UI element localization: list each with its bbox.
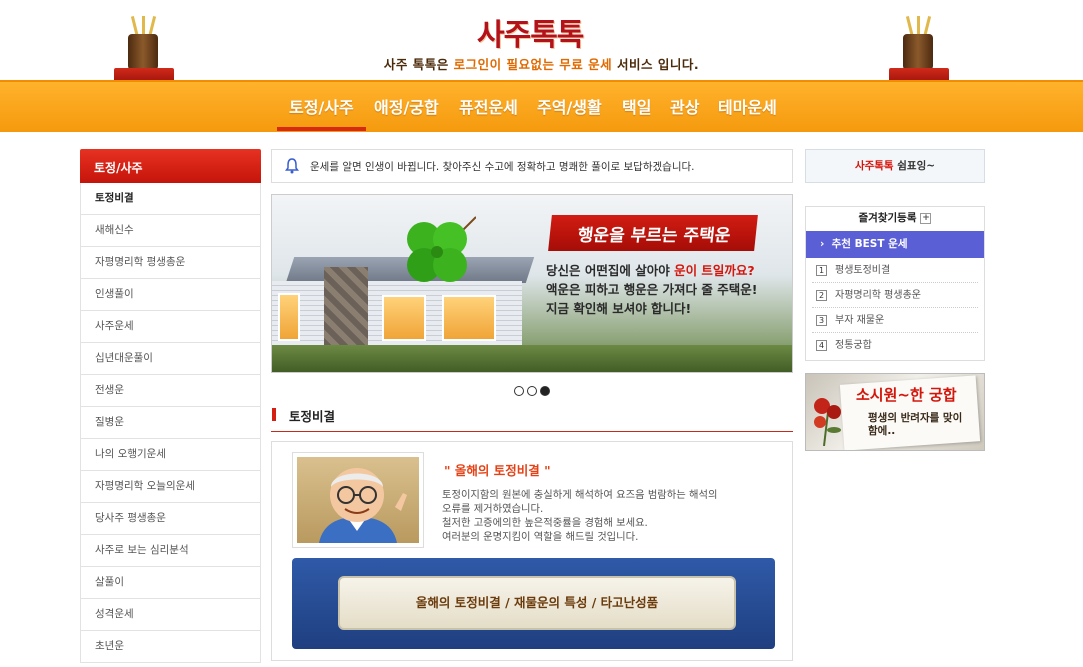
sidebar-item[interactable]: 전생운	[80, 375, 261, 407]
house-window	[382, 295, 426, 341]
four-leaf-clover-icon	[407, 216, 476, 282]
best-fortune-header: › 추천 BEST 운세	[806, 231, 984, 258]
welcome-text: 쉼표잉~	[893, 160, 936, 172]
notice-text: 운세를 알면 인생이 바뀝니다. 찾아주신 수고에 정확하고 명쾌한 풀이로 보…	[310, 161, 695, 173]
card-description: 토정이지함의 원본에 충실하게 해석하여 요즈음 범람하는 해석의 오류를 제거…	[442, 488, 782, 544]
sidebar-item[interactable]: 질병운	[80, 407, 261, 439]
banner-line-1-highlight: 운이 트일까요?	[674, 263, 755, 278]
sidebar-item[interactable]: 인생풀이	[80, 279, 261, 311]
compatibility-ad-banner[interactable]: 소시원~한 궁합 평생의 반려자를 맞이함에..	[805, 373, 985, 451]
sidebar-item[interactable]: 자평명리학 오늘의운세	[80, 471, 261, 503]
card-desc-line: 여러분의 운명지킴이 역할을 해드릴 것입니다.	[442, 531, 639, 543]
nav-item-date-select[interactable]: 택일	[622, 94, 651, 118]
best-item-label: 정통궁합	[835, 340, 872, 351]
banner-line-1: 당신은 어떤집에 살아야 운이 트일까요?	[546, 261, 786, 280]
fortune-teller-illustration-icon	[319, 468, 407, 543]
favorites-box: 즐겨찾기등록 + › 추천 BEST 운세 1 평생토정비결 2 자평명리학 평생총운…	[805, 206, 985, 361]
card-desc-line: 토정이지함의 원본에 충실하게 해석하여 요즈음 범람하는 해석의	[442, 489, 718, 501]
banner-ribbon: 행운을 부르는 주택운	[548, 215, 758, 251]
nav-item-physiognomy[interactable]: 관상	[670, 94, 699, 118]
rank-2-badge: 2	[816, 290, 827, 301]
best-item-label: 평생토정비결	[835, 265, 891, 276]
nav-item-tojeong-saju[interactable]: 토정/사주	[277, 94, 366, 131]
slider-dot-1[interactable]	[514, 386, 524, 396]
slider-dot-2[interactable]	[527, 386, 537, 396]
sidebar-item[interactable]: 사주운세	[80, 311, 261, 343]
nav-item-theme[interactable]: 테마운세	[718, 94, 777, 118]
banner-line-3: 지금 확인해 보셔야 합니다!	[546, 301, 692, 316]
nav-item-iching-life[interactable]: 주역/생활	[537, 94, 602, 118]
site-header: 사주톡톡 사주 톡톡은 로그인이 필요없는 무료 운세 서비스 입니다. 토정/…	[0, 0, 1083, 132]
tojeong-start-banner[interactable]: 올해의 토정비결 / 재물운의 특성 / 타고난성품	[292, 558, 775, 649]
chevron-right-icon: ›	[820, 238, 825, 250]
banner-copy: 당신은 어떤집에 살아야 운이 트일까요? 액운은 피하고 행운은 가져다 줄 …	[546, 261, 786, 318]
sidebar-item[interactable]: 성격운세	[80, 599, 261, 631]
slider-dot-3[interactable]	[540, 386, 550, 396]
tagline-highlight: 로그인이 필요없는 무료 운세	[453, 57, 613, 72]
slider-dots	[514, 381, 553, 396]
sidebar-item[interactable]: 토정비결	[80, 183, 261, 215]
rank-3-badge: 3	[816, 315, 827, 326]
rank-4-badge: 4	[816, 340, 827, 351]
rank-1-badge: 1	[816, 265, 827, 276]
best-fortune-label: 추천 BEST 운세	[831, 238, 908, 250]
notice-bar: 운세를 알면 인생이 바뀝니다. 찾아주신 수고에 정확하고 명쾌한 풀이로 보…	[271, 149, 793, 183]
scroll-label: 올해의 토정비결 / 재물운의 특성 / 타고난성품	[338, 576, 736, 630]
sidebar-item[interactable]: 자평명리학 평생총운	[80, 247, 261, 279]
welcome-box: 사주톡톡 쉼표잉~	[805, 149, 985, 183]
left-sidebar: 토정/사주 토정비결 새해신수 자평명리학 평생총운 인생풀이 사주운세 십년대…	[80, 149, 261, 663]
favorites-title: 즐겨찾기등록	[858, 212, 917, 224]
sidebar-item[interactable]: 살풀이	[80, 567, 261, 599]
bell-icon	[285, 158, 299, 174]
header-tagline: 사주 톡톡은 로그인이 필요없는 무료 운세 서비스 입니다.	[0, 54, 1083, 73]
nav-item-love-compat[interactable]: 애정/궁합	[374, 94, 439, 118]
best-list-item[interactable]: 4 정통궁합	[812, 333, 978, 358]
sidebar-item[interactable]: 새해신수	[80, 215, 261, 247]
card-desc-line: 오류를 제거하였습니다.	[442, 503, 544, 515]
section-title: 토정비결	[271, 404, 793, 432]
flower-icon	[814, 398, 841, 446]
best-item-label: 자평명리학 평생총운	[835, 290, 921, 301]
best-item-label: 부자 재물운	[835, 315, 885, 326]
main-nav: 토정/사주 애정/궁합 퓨전운세 주역/생활 택일 관상 테마운세	[0, 80, 1083, 132]
favorites-header[interactable]: 즐겨찾기등록 +	[806, 207, 984, 231]
sidebar-item[interactable]: 나의 오행기운세	[80, 439, 261, 471]
sidebar-item[interactable]: 초년운	[80, 631, 261, 663]
tagline-text: 사주 톡톡은	[383, 57, 454, 72]
nav-item-fusion[interactable]: 퓨전운세	[459, 94, 518, 118]
best-list-item[interactable]: 1 평생토정비결	[812, 258, 978, 283]
plus-icon[interactable]: +	[920, 212, 932, 224]
sidebar-item[interactable]: 십년대운풀이	[80, 343, 261, 375]
ad-subtitle: 평생의 반려자를 맞이함에..	[868, 412, 963, 437]
sidebar-item[interactable]: 당사주 평생총운	[80, 503, 261, 535]
promo-banner[interactable]: 행운을 부르는 주택운 당신은 어떤집에 살아야 운이 트일까요? 액운은 피하…	[271, 194, 793, 373]
fortune-teller-portrait[interactable]	[292, 452, 424, 548]
site-logo[interactable]: 사주톡톡	[477, 10, 584, 54]
welcome-brand: 사주톡톡	[854, 160, 894, 172]
ad-title: 소시원~한 궁합	[856, 386, 957, 404]
house-window	[442, 295, 496, 341]
sidebar-item[interactable]: 사주로 보는 심리분석	[80, 535, 261, 567]
house-window	[278, 293, 300, 341]
best-list-item[interactable]: 3 부자 재물운	[812, 308, 978, 333]
tagline-text-end: 서비스 입니다.	[612, 57, 700, 72]
card-heading: " 올해의 토정비결 "	[444, 463, 551, 478]
grass	[272, 345, 792, 372]
tojeong-card: " 올해의 토정비결 " 토정이지함의 원본에 충실하게 해석하여 요즈음 범람…	[271, 441, 793, 661]
banner-line-2: 액운은 피하고 행운은 가져다 줄 주택운!	[546, 282, 758, 297]
banner-line-1-text: 당신은 어떤집에 살아야	[546, 263, 675, 278]
sidebar-title: 토정/사주	[80, 149, 261, 183]
best-list-item[interactable]: 2 자평명리학 평생총운	[812, 283, 978, 308]
card-desc-line: 철저한 고증에의한 높은적중률을 경험해 보세요.	[442, 517, 648, 529]
